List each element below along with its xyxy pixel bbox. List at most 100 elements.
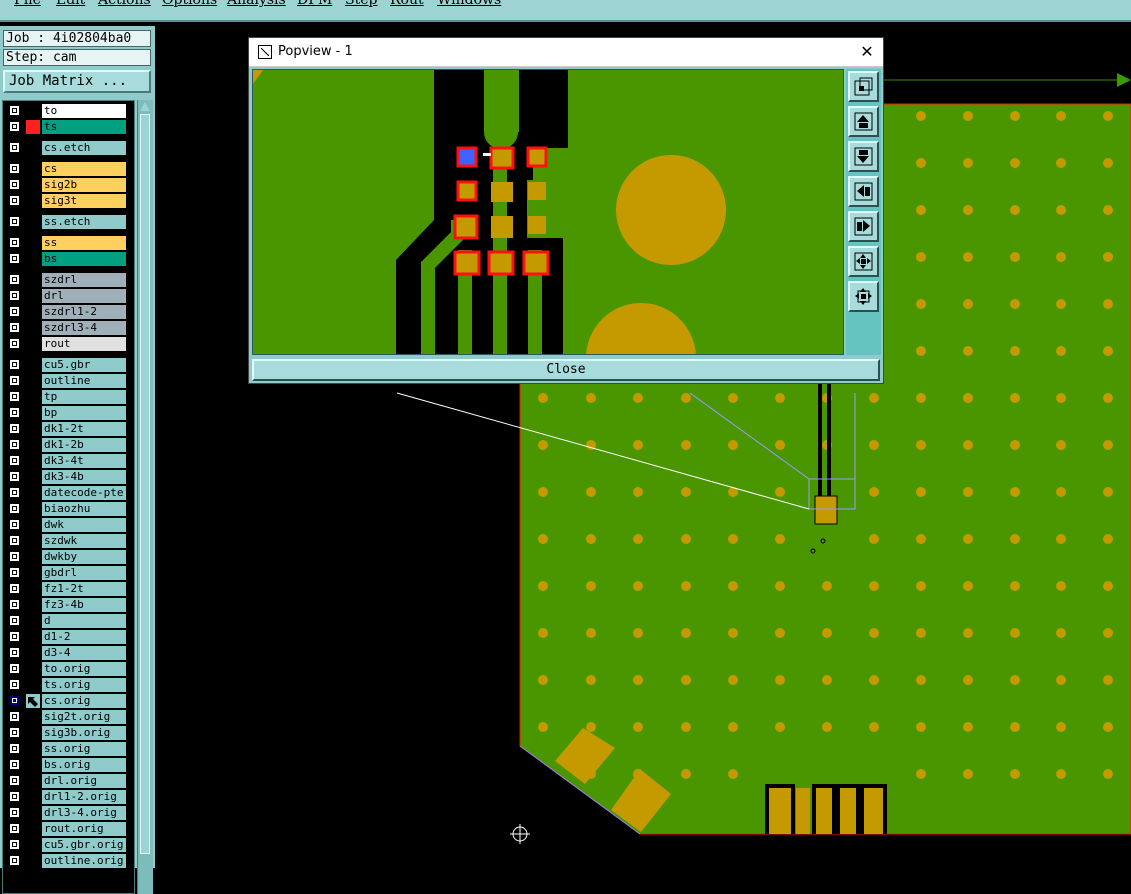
layer-row[interactable]: fz3-4b bbox=[3, 598, 134, 612]
layer-checkbox[interactable] bbox=[9, 142, 20, 153]
layer-row[interactable]: ss.orig bbox=[3, 742, 134, 756]
layer-name[interactable]: cs.etch bbox=[42, 141, 126, 155]
layer-checkbox[interactable] bbox=[9, 359, 20, 370]
layer-row[interactable]: dwk bbox=[3, 518, 134, 532]
layer-checkbox[interactable] bbox=[9, 290, 20, 301]
layer-row[interactable]: drl3-4.orig bbox=[3, 806, 134, 820]
layer-name[interactable]: dk3-4t bbox=[42, 454, 126, 468]
layer-name[interactable]: dwkby bbox=[42, 550, 126, 564]
layer-checkbox[interactable] bbox=[9, 615, 20, 626]
layer-checkbox[interactable] bbox=[9, 163, 20, 174]
layer-row[interactable]: dk1-2b bbox=[3, 438, 134, 452]
pan-up-button[interactable] bbox=[848, 106, 879, 137]
menu-step[interactable]: Step bbox=[345, 0, 377, 8]
layer-row[interactable]: dk3-4b bbox=[3, 470, 134, 484]
layer-name[interactable]: d3-4 bbox=[42, 646, 126, 660]
layer-checkbox[interactable] bbox=[9, 338, 20, 349]
layer-row[interactable]: dk3-4t bbox=[3, 454, 134, 468]
menu-options[interactable]: Options bbox=[162, 0, 217, 8]
layer-name[interactable]: gbdrl bbox=[42, 566, 126, 580]
job-matrix-button[interactable]: Job Matrix ... bbox=[3, 70, 151, 93]
layer-row[interactable]: gbdrl bbox=[3, 566, 134, 580]
layer-checkbox[interactable] bbox=[9, 471, 20, 482]
layer-row[interactable]: bs bbox=[3, 252, 134, 266]
layer-name[interactable]: dk1-2t bbox=[42, 422, 126, 436]
layer-name[interactable]: bs.orig bbox=[42, 758, 126, 772]
layer-name[interactable]: ts bbox=[42, 120, 126, 134]
layer-name[interactable]: outline.orig bbox=[42, 854, 126, 868]
layer-row[interactable]: dwkby bbox=[3, 550, 134, 564]
layer-checkbox[interactable] bbox=[9, 407, 20, 418]
layer-checkbox[interactable] bbox=[9, 727, 20, 738]
zoom-in-button[interactable] bbox=[848, 246, 879, 277]
pan-down-button[interactable] bbox=[848, 141, 879, 172]
layer-name[interactable]: cs bbox=[42, 162, 126, 176]
layer-name[interactable]: szdwk bbox=[42, 534, 126, 548]
layer-name[interactable]: szdrl bbox=[42, 273, 126, 287]
layer-row[interactable]: drl1-2.orig bbox=[3, 790, 134, 804]
zoom-out-button[interactable] bbox=[848, 281, 879, 312]
menu-file[interactable]: File bbox=[14, 0, 41, 8]
layer-name[interactable]: fz1-2t bbox=[42, 582, 126, 596]
layer-checkbox[interactable] bbox=[9, 503, 20, 514]
layer-checkbox[interactable] bbox=[9, 663, 20, 674]
menu-dfm[interactable]: DFM bbox=[297, 0, 332, 8]
layer-row[interactable]: ss.etch bbox=[3, 215, 134, 229]
layer-row[interactable]: sig2b bbox=[3, 178, 134, 192]
layer-name[interactable]: bs bbox=[42, 252, 126, 266]
layer-row[interactable]: sig2t.orig bbox=[3, 710, 134, 724]
layer-row[interactable]: cu5.gbr.orig bbox=[3, 838, 134, 852]
layer-name[interactable]: rout.orig bbox=[42, 822, 126, 836]
menu-analysis[interactable]: Analysis bbox=[227, 0, 286, 8]
layer-checkbox[interactable] bbox=[9, 322, 20, 333]
layer-checkbox[interactable] bbox=[9, 775, 20, 786]
pan-right-button[interactable] bbox=[848, 211, 879, 242]
layer-checkbox[interactable] bbox=[9, 391, 20, 402]
layer-row[interactable]: dk1-2t bbox=[3, 422, 134, 436]
layer-checkbox[interactable] bbox=[9, 759, 20, 770]
layer-row[interactable]: outline.orig bbox=[3, 854, 134, 868]
layer-name[interactable]: drl bbox=[42, 289, 126, 303]
layer-checkbox[interactable] bbox=[9, 599, 20, 610]
layer-checkbox[interactable] bbox=[9, 216, 20, 227]
layer-name[interactable]: dk3-4b bbox=[42, 470, 126, 484]
layer-checkbox[interactable] bbox=[9, 679, 20, 690]
layer-row[interactable]: tp bbox=[3, 390, 134, 404]
layer-row[interactable]: cs.orig⊞ bbox=[3, 694, 134, 708]
layer-row[interactable]: d1-2 bbox=[3, 630, 134, 644]
layer-name[interactable]: cu5.gbr bbox=[42, 358, 126, 372]
layer-row[interactable]: rout.orig bbox=[3, 822, 134, 836]
layer-name[interactable]: sig2b bbox=[42, 178, 126, 192]
layer-checkbox[interactable] bbox=[9, 274, 20, 285]
layer-name[interactable]: drl.orig bbox=[42, 774, 126, 788]
menu-rout[interactable]: Rout bbox=[390, 0, 424, 8]
layer-checkbox[interactable] bbox=[9, 237, 20, 248]
layer-name[interactable]: sig3b.orig bbox=[42, 726, 126, 740]
layer-checkbox[interactable] bbox=[9, 179, 20, 190]
layer-row[interactable]: sig3t bbox=[3, 194, 134, 208]
layer-row[interactable]: szdrl3-4 bbox=[3, 321, 134, 335]
layer-name[interactable]: ts.orig bbox=[42, 678, 126, 692]
menu-edit[interactable]: Edit bbox=[56, 0, 85, 8]
popview-zoom-view[interactable] bbox=[252, 69, 844, 355]
layer-name[interactable]: rout bbox=[42, 337, 126, 351]
layer-name[interactable]: szdrl3-4 bbox=[42, 321, 126, 335]
layer-checkbox[interactable] bbox=[9, 743, 20, 754]
layer-row[interactable]: cs.etch bbox=[3, 141, 134, 155]
layer-checkbox[interactable] bbox=[9, 306, 20, 317]
layer-checkbox[interactable] bbox=[9, 839, 20, 850]
zoom-home-button[interactable] bbox=[848, 71, 879, 102]
layer-checkbox[interactable] bbox=[9, 253, 20, 264]
close-icon[interactable]: ✕ bbox=[855, 40, 879, 64]
layer-checkbox[interactable] bbox=[9, 423, 20, 434]
layer-name[interactable]: sig3t bbox=[42, 194, 126, 208]
layer-checkbox[interactable] bbox=[9, 535, 20, 546]
layer-row[interactable]: to.orig bbox=[3, 662, 134, 676]
layer-name[interactable]: sig2t.orig bbox=[42, 710, 126, 724]
layer-name[interactable]: fz3-4b bbox=[42, 598, 126, 612]
menu-windows[interactable]: Windows bbox=[437, 0, 501, 8]
scroll-thumb[interactable] bbox=[140, 114, 150, 854]
layer-row[interactable]: szdrl1-2 bbox=[3, 305, 134, 319]
layer-row[interactable]: drl.orig bbox=[3, 774, 134, 788]
layer-checkbox[interactable] bbox=[9, 487, 20, 498]
